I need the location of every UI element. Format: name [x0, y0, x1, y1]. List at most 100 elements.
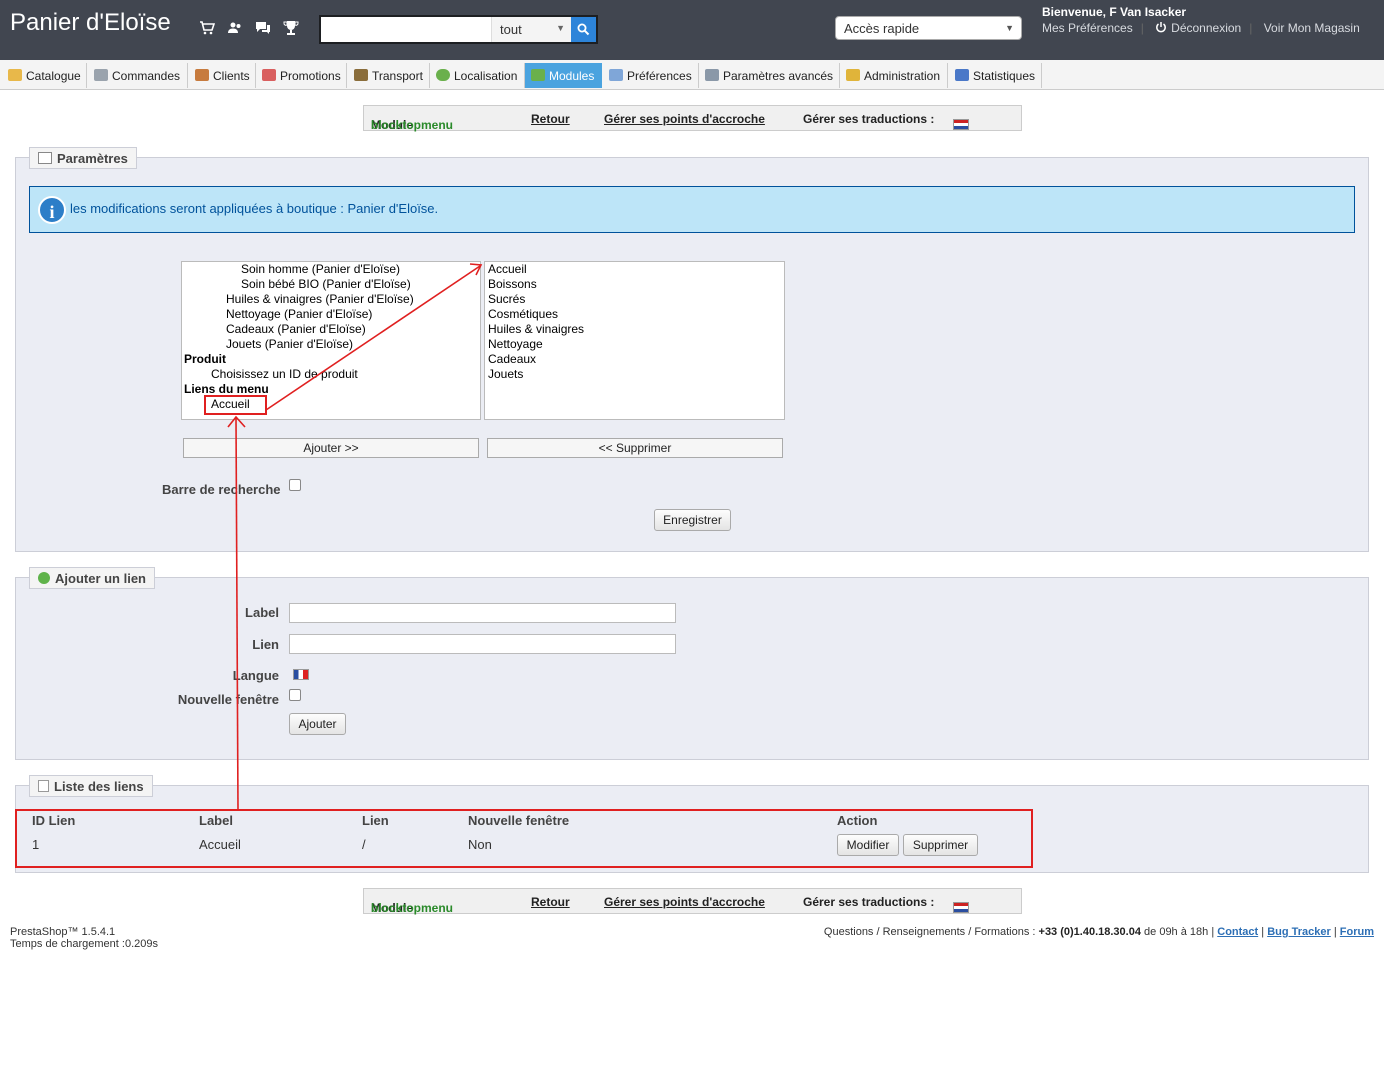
list-item[interactable]: Cadeaux [488, 352, 536, 367]
list-item[interactable]: Sucrés [488, 292, 525, 307]
shop-title[interactable]: Panier d'Eloïse [10, 9, 171, 37]
tab-promotions[interactable]: Promotions [256, 63, 347, 88]
list-item[interactable]: Soin homme (Panier d'Eloïse) [241, 262, 400, 277]
tab-advanced-parameters[interactable]: Paramètres avancés [699, 63, 840, 88]
list-item[interactable]: Nettoyage [488, 337, 543, 352]
cart-icon[interactable] [199, 20, 216, 36]
document-icon [38, 780, 49, 792]
tab-modules[interactable]: Modules [525, 63, 602, 88]
main-menu: Catalogue Commandes Clients Promotions T… [0, 60, 1384, 90]
tab-localisation[interactable]: Localisation [430, 63, 525, 88]
search-input[interactable] [321, 17, 491, 42]
search-icon [577, 23, 590, 36]
my-preferences-link[interactable]: Mes Préférences [1042, 21, 1133, 35]
footer-version: PrestaShop™ 1.5.4.1 Temps de chargement … [10, 926, 158, 950]
tab-clients[interactable]: Clients [188, 63, 256, 88]
flag-nl-icon[interactable] [953, 119, 969, 130]
puzzle-icon [531, 69, 545, 81]
manage-translations-label: Gérer ses traductions : [803, 895, 935, 909]
tab-catalogue[interactable]: Catalogue [0, 63, 87, 88]
manage-hooks-link[interactable]: Gérer ses points d'accroche [604, 895, 765, 909]
customers-icon [195, 69, 209, 81]
list-item[interactable]: Soin bébé BIO (Panier d'Eloïse) [241, 277, 411, 292]
list-item[interactable]: Huiles & vinaigres [488, 322, 584, 337]
remove-items-button[interactable]: << Supprimer [487, 438, 783, 458]
list-item[interactable]: Cosmétiques [488, 307, 558, 322]
list-group-header: Liens du menu [184, 382, 269, 396]
search-button[interactable] [571, 17, 596, 42]
tab-transport[interactable]: Transport [347, 63, 430, 88]
trophy-icon[interactable] [283, 20, 299, 36]
bug-tracker-link[interactable]: Bug Tracker [1267, 926, 1331, 938]
cart-icon [94, 69, 108, 81]
link-label-input[interactable] [289, 603, 676, 623]
list-item[interactable]: Nettoyage (Panier d'Eloïse) [226, 307, 372, 322]
info-icon: i [38, 196, 66, 224]
cell-id: 1 [32, 837, 40, 852]
edit-link-button[interactable]: Modifier [837, 834, 899, 856]
available-items-list[interactable]: Soin homme (Panier d'Eloïse) Soin bébé B… [181, 261, 481, 420]
list-item[interactable]: Jouets [488, 367, 523, 382]
column-label: Label [199, 813, 233, 828]
admin-header: Panier d'Eloïse tout ▼ Accès rapide ▼ Bi… [0, 0, 1384, 60]
new-window-checkbox[interactable] [289, 689, 301, 701]
tab-statistiques[interactable]: Statistiques [948, 63, 1042, 88]
add-link-button[interactable]: Ajouter [289, 713, 346, 735]
search-box: tout ▼ [319, 15, 598, 44]
customers-icon[interactable] [227, 20, 243, 36]
promotion-icon [262, 69, 276, 81]
back-link[interactable]: Retour [531, 895, 570, 909]
user-links: Mes Préférences | Déconnexion | Voir Mon M… [1042, 21, 1360, 35]
selected-items-list[interactable]: Accueil Boissons Sucrés Cosmétiques Huil… [484, 261, 785, 420]
manage-hooks-link[interactable]: Gérer ses points d'accroche [604, 112, 765, 126]
cell-link: / [362, 837, 366, 852]
cell-label: Accueil [199, 837, 241, 852]
flag-fr-icon[interactable] [293, 669, 309, 680]
search-scope-select[interactable]: tout ▼ [491, 17, 571, 42]
column-id: ID Lien [32, 813, 76, 828]
back-link[interactable]: Retour [531, 112, 570, 126]
list-group-header: Produit [184, 352, 226, 366]
contact-link[interactable]: Contact [1217, 926, 1258, 938]
link-url-label: Lien [252, 637, 279, 652]
list-item[interactable]: Accueil [488, 262, 527, 277]
tab-preferences[interactable]: Préférences [602, 63, 699, 88]
save-button[interactable]: Enregistrer [654, 509, 731, 531]
messages-icon[interactable] [255, 20, 271, 36]
version-text: PrestaShop™ 1.5.4.1 [10, 926, 116, 938]
module-toolbar-top: Module blocktopmenu Retour Gérer ses poi… [363, 105, 1022, 132]
list-item[interactable]: Huiles & vinaigres (Panier d'Eloïse) [226, 292, 414, 307]
forum-link[interactable]: Forum [1340, 926, 1374, 938]
tab-administration[interactable]: Administration [840, 63, 948, 88]
list-item[interactable]: Jouets (Panier d'Eloïse) [226, 337, 353, 352]
list-item-accueil[interactable]: Accueil [211, 397, 250, 412]
add-items-button[interactable]: Ajouter >> [183, 438, 479, 458]
language-label: Langue [232, 668, 279, 683]
add-icon [38, 572, 50, 584]
info-text: les modifications seront appliquées à bo… [70, 201, 439, 216]
folder-icon [8, 69, 22, 81]
link-url-input[interactable] [289, 634, 676, 654]
search-scope-value: tout [500, 22, 522, 37]
list-item[interactable]: Cadeaux (Panier d'Eloïse) [226, 322, 366, 337]
list-item[interactable]: Choisissez un ID de produit [211, 367, 358, 382]
search-bar-checkbox[interactable] [289, 479, 301, 491]
tab-commandes[interactable]: Commandes [87, 63, 188, 88]
search-bar-label: Barre de recherche [162, 482, 281, 497]
column-link: Lien [362, 813, 389, 828]
links-list-fieldset [15, 785, 1369, 873]
chevron-down-icon: ▼ [556, 23, 565, 33]
flag-nl-icon[interactable] [953, 902, 969, 913]
logout-link[interactable]: Déconnexion [1171, 21, 1241, 35]
link-label-label: Label [245, 605, 279, 620]
list-item[interactable]: Boissons [488, 277, 537, 292]
window-icon [38, 152, 52, 164]
view-store-link[interactable]: Voir Mon Magasin [1264, 21, 1360, 35]
footer-support: Questions / Renseignements / Formations … [823, 926, 1374, 938]
delete-link-button[interactable]: Supprimer [903, 834, 978, 856]
cell-new-window: Non [468, 837, 492, 852]
power-icon [1156, 22, 1167, 33]
links-list-legend: Liste des liens [29, 775, 153, 797]
quick-access-select[interactable]: Accès rapide ▼ [835, 16, 1022, 40]
key-icon [846, 69, 860, 81]
